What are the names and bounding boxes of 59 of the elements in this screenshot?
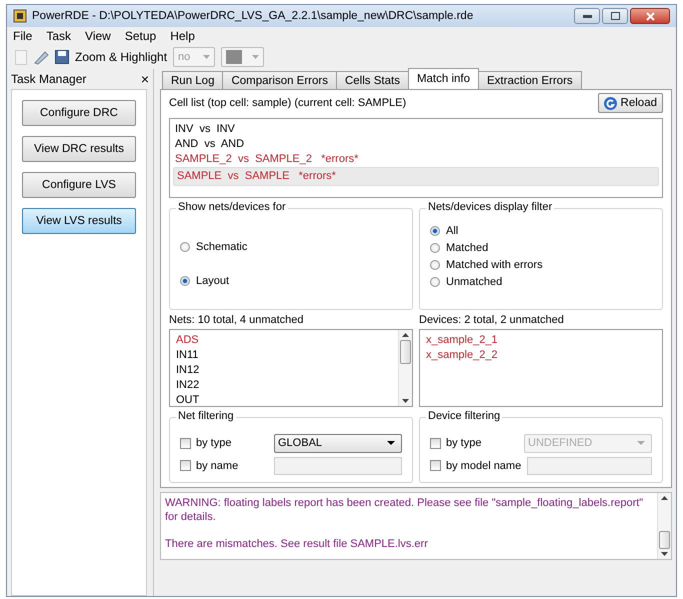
tab[interactable]: Comparison Errors xyxy=(222,71,337,89)
menu-item[interactable]: File xyxy=(13,29,32,43)
menu-item[interactable]: Setup xyxy=(124,29,156,43)
log-message: There are mismatches. See result file SAMPLE.lvs.err xyxy=(165,537,429,551)
radio-label: Schematic xyxy=(196,241,248,254)
checkbox-option[interactable]: by type xyxy=(180,437,268,449)
net-list-item[interactable]: IN12 xyxy=(174,363,394,378)
radio-label: Unmatched xyxy=(446,276,502,288)
task-button[interactable]: Configure LVS xyxy=(22,172,136,198)
device-list-item[interactable]: x_sample_2_1 xyxy=(424,333,658,348)
zoom-label: Zoom & Highlight xyxy=(75,50,168,64)
type-dropdown[interactable]: GLOBAL xyxy=(274,434,402,452)
radio-option[interactable]: Schematic xyxy=(180,241,402,254)
radio-option[interactable]: Layout xyxy=(180,274,402,287)
net-list-item[interactable]: ADS xyxy=(174,333,394,348)
group-title: Net filtering xyxy=(176,410,236,422)
radio-option[interactable]: All xyxy=(430,225,652,237)
window-title: PowerRDE - D:\POLYTEDA\PowerDRC_LVS_GA_2.2.1\sample_new\DRC\sample.rde xyxy=(32,10,474,22)
radio-label: Layout xyxy=(196,274,230,287)
cell-list-item[interactable]: AND vs AND xyxy=(173,137,659,152)
group-title: Show nets/devices for xyxy=(176,201,288,213)
device-list-item[interactable]: x_sample_2_2 xyxy=(424,348,658,363)
checkbox-option[interactable]: by name xyxy=(180,460,268,472)
nets-count-label: Nets: 10 total, 4 unmatched xyxy=(169,314,305,326)
tab[interactable]: Extraction Errors xyxy=(478,71,582,89)
panel-title: Task Manager xyxy=(11,72,86,86)
radio-label: Matched xyxy=(446,242,488,254)
radio-label: All xyxy=(446,225,458,237)
task-button[interactable]: View LVS results xyxy=(22,208,136,234)
net-list-item[interactable]: IN22 xyxy=(174,378,394,393)
radio-label: Matched with errors xyxy=(446,259,543,271)
cell-list-item[interactable]: SAMPLE vs SAMPLE *errors* xyxy=(173,167,659,186)
group-title: Nets/devices display filter xyxy=(426,201,554,213)
panel-close-button[interactable]: × xyxy=(140,71,149,87)
checkbox-label: by type xyxy=(446,437,482,449)
net-list-item[interactable]: OUT xyxy=(174,393,394,408)
cell-list-item[interactable]: INV vs INV xyxy=(173,122,659,137)
reload-button[interactable]: Reload xyxy=(598,93,663,113)
radio-option[interactable]: Matched xyxy=(430,242,652,254)
checkbox-option[interactable]: by model name xyxy=(430,460,522,472)
tab[interactable]: Match info xyxy=(408,68,480,89)
menu-item[interactable]: Task xyxy=(46,29,72,43)
menu-item[interactable]: Help xyxy=(170,29,195,43)
cell-list-label: Cell list (top cell: sample) (current cell: SAMPLE) xyxy=(169,97,406,109)
task-button[interactable]: Configure DRC xyxy=(22,100,136,126)
group-title: Device filtering xyxy=(426,410,502,422)
checkbox-label: by model name xyxy=(446,460,522,472)
radio-option[interactable]: Unmatched xyxy=(430,276,652,288)
log-message: WARNING: floating labels report has been created. Please see file "sample_floating_labels.report" for details. xyxy=(165,496,644,524)
tab[interactable]: Run Log xyxy=(162,71,224,89)
net-list-item[interactable]: IN11 xyxy=(174,348,394,363)
menu-item[interactable]: View xyxy=(85,29,111,43)
radio-option[interactable]: Matched with errors xyxy=(430,259,652,271)
devices-count-label: Devices: 2 total, 2 unmatched xyxy=(419,314,565,326)
checkbox-label: by name xyxy=(196,460,238,472)
checkbox-label: by type xyxy=(196,437,232,449)
task-button[interactable]: View DRC results xyxy=(22,136,136,162)
tab[interactable]: Cells Stats xyxy=(336,71,409,89)
cell-list-item[interactable]: SAMPLE_2 vs SAMPLE_2 *errors* xyxy=(173,152,659,167)
